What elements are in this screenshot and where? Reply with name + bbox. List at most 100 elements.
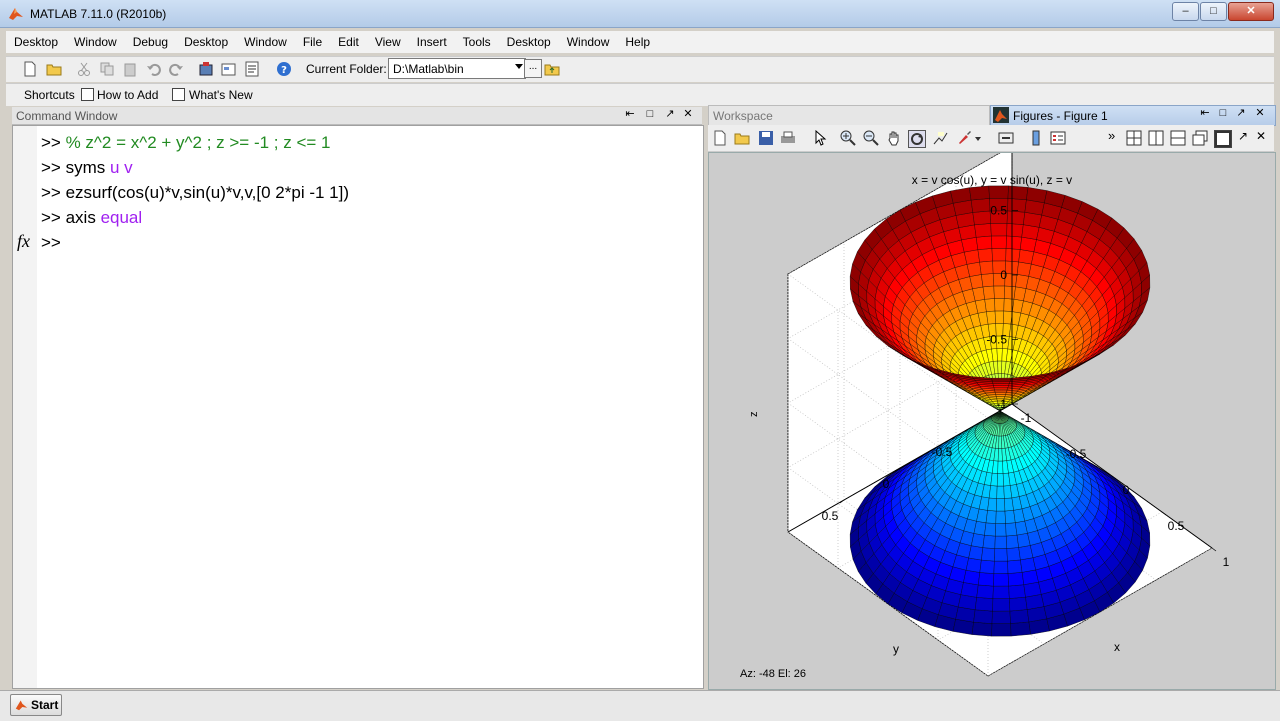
surface-patch	[974, 223, 992, 238]
start-button[interactable]: Start	[10, 694, 62, 716]
save-icon[interactable]	[758, 130, 774, 146]
surface-patch	[1006, 210, 1026, 225]
surface-patch	[1010, 621, 1031, 637]
browse-folder-button[interactable]: ...	[524, 59, 542, 78]
float-icon[interactable]	[1192, 130, 1208, 146]
surface-patch	[968, 545, 984, 561]
legend-icon[interactable]	[1050, 130, 1066, 146]
close-panel-icon[interactable]: ✕	[1254, 107, 1266, 120]
guide-icon[interactable]	[221, 61, 237, 77]
paste-icon[interactable]	[122, 61, 138, 77]
zoom-out-icon[interactable]	[863, 130, 879, 146]
open-folder-icon[interactable]	[46, 61, 62, 77]
shortcuts-label: Shortcuts	[24, 88, 75, 102]
surface-plot[interactable]: 10.50-0.5-110.50-0.5-10.50-0.5 x = v cos…	[709, 153, 1275, 689]
menu-insert[interactable]: Insert	[409, 31, 455, 53]
surface-patch	[991, 610, 1011, 624]
profiler-icon[interactable]	[244, 61, 260, 77]
shortcut-whats-new[interactable]: What's New	[189, 88, 253, 102]
menu-desktop-3[interactable]: Desktop	[499, 31, 559, 53]
command-prompt[interactable]: >>	[41, 233, 66, 253]
print-icon[interactable]	[780, 130, 796, 146]
menu-desktop[interactable]: Desktop	[6, 31, 66, 53]
surface-patch	[993, 573, 1009, 587]
more-tools-icon[interactable]: »	[1108, 128, 1115, 143]
maximize-panel-icon[interactable]: □	[644, 108, 656, 121]
menu-edit[interactable]: Edit	[330, 31, 367, 53]
surface-patch	[1006, 534, 1019, 549]
window-title: MATLAB 7.11.0 (R2010b)	[30, 7, 167, 21]
surface-patch	[972, 210, 991, 226]
surface-patch	[996, 473, 1004, 487]
menu-help[interactable]: Help	[617, 31, 658, 53]
brush-icon[interactable]	[956, 130, 972, 146]
tile-rows-icon[interactable]	[1170, 130, 1186, 146]
data-cursor-icon[interactable]	[932, 130, 948, 146]
help-icon[interactable]: ?	[276, 61, 292, 77]
menu-tools[interactable]: Tools	[455, 31, 499, 53]
tab-figures[interactable]: Figures - Figure 1 ⇤ □ ↗ ✕	[990, 105, 1276, 126]
menu-file[interactable]: File	[295, 31, 330, 53]
menu-view[interactable]: View	[367, 31, 409, 53]
tile-grid-icon[interactable]	[1126, 130, 1142, 146]
surface-patch	[987, 497, 997, 512]
surface-patch	[991, 377, 1012, 381]
up-folder-icon[interactable]	[544, 61, 560, 77]
chevron-down-icon[interactable]	[974, 130, 982, 146]
pointer-icon[interactable]	[812, 130, 828, 146]
tab-workspace[interactable]: Workspace	[708, 105, 990, 126]
surface-patch	[990, 223, 1008, 237]
rotate-3d-icon[interactable]	[908, 130, 926, 148]
figure-canvas[interactable]: 10.50-0.5-110.50-0.5-10.50-0.5 x = v cos…	[708, 152, 1276, 690]
simulink-icon[interactable]	[198, 61, 214, 77]
prompt: >>	[41, 233, 66, 252]
new-file-icon[interactable]	[22, 61, 38, 77]
copy-icon[interactable]	[99, 61, 115, 77]
undock-icon[interactable]: ⇤	[624, 108, 636, 121]
svg-text:?: ?	[281, 65, 287, 76]
close-button[interactable]: ✕	[1228, 2, 1274, 21]
open-file-icon[interactable]	[734, 130, 750, 146]
x-tick-label: 1	[1223, 555, 1230, 569]
pan-icon[interactable]	[886, 130, 902, 146]
redo-icon[interactable]	[168, 61, 184, 77]
surface-patch	[1008, 584, 1026, 599]
undock-figure-icon[interactable]: ↗	[1238, 129, 1248, 143]
command-window[interactable]: fx >> % z^2 = x^2 + y^2 ; z >= -1 ; z <=…	[12, 125, 704, 689]
detach-icon[interactable]: ↗	[1235, 107, 1247, 120]
function-browser-icon[interactable]: fx	[17, 231, 30, 252]
x-tick-label: -1	[1021, 411, 1032, 425]
maximize-figure-icon[interactable]	[1214, 130, 1232, 148]
menu-debug[interactable]: Debug	[125, 31, 176, 53]
x-tick-label: -0.5	[1066, 447, 1087, 461]
surface-patch	[996, 485, 1005, 499]
menu-window[interactable]: Window	[66, 31, 125, 53]
new-figure-icon[interactable]	[712, 130, 728, 146]
close-panel-icon[interactable]: ✕	[682, 108, 694, 121]
menu-window-3[interactable]: Window	[559, 31, 618, 53]
undock-icon[interactable]: ⇤	[1199, 107, 1211, 120]
undo-icon[interactable]	[146, 61, 162, 77]
matlab-logo-icon	[15, 700, 28, 711]
colorbar-icon[interactable]	[1028, 130, 1044, 146]
chevron-down-icon[interactable]	[515, 64, 523, 69]
matlab-logo-icon	[9, 8, 23, 20]
link-plot-icon[interactable]	[998, 130, 1014, 146]
surface-patch	[1005, 248, 1021, 263]
surface-patch	[982, 285, 995, 300]
z-tick-label: -0.5	[986, 333, 1007, 347]
cut-icon[interactable]	[76, 61, 92, 77]
detach-icon[interactable]: ↗	[664, 108, 676, 121]
menu-desktop-2[interactable]: Desktop	[176, 31, 236, 53]
minimize-button[interactable]: –	[1172, 2, 1199, 21]
maximize-button[interactable]: □	[1200, 2, 1227, 21]
maximize-panel-icon[interactable]: □	[1217, 107, 1229, 120]
tile-columns-icon[interactable]	[1148, 130, 1164, 146]
zoom-in-icon[interactable]	[840, 130, 856, 146]
current-folder-field[interactable]: D:\Matlab\bin	[388, 58, 526, 79]
close-figure-icon[interactable]: ✕	[1256, 129, 1266, 143]
menu-window-2[interactable]: Window	[236, 31, 295, 53]
surface-patch	[981, 547, 996, 562]
z-axis-label: z	[748, 412, 760, 418]
shortcut-how-to-add[interactable]: How to Add	[97, 88, 158, 102]
